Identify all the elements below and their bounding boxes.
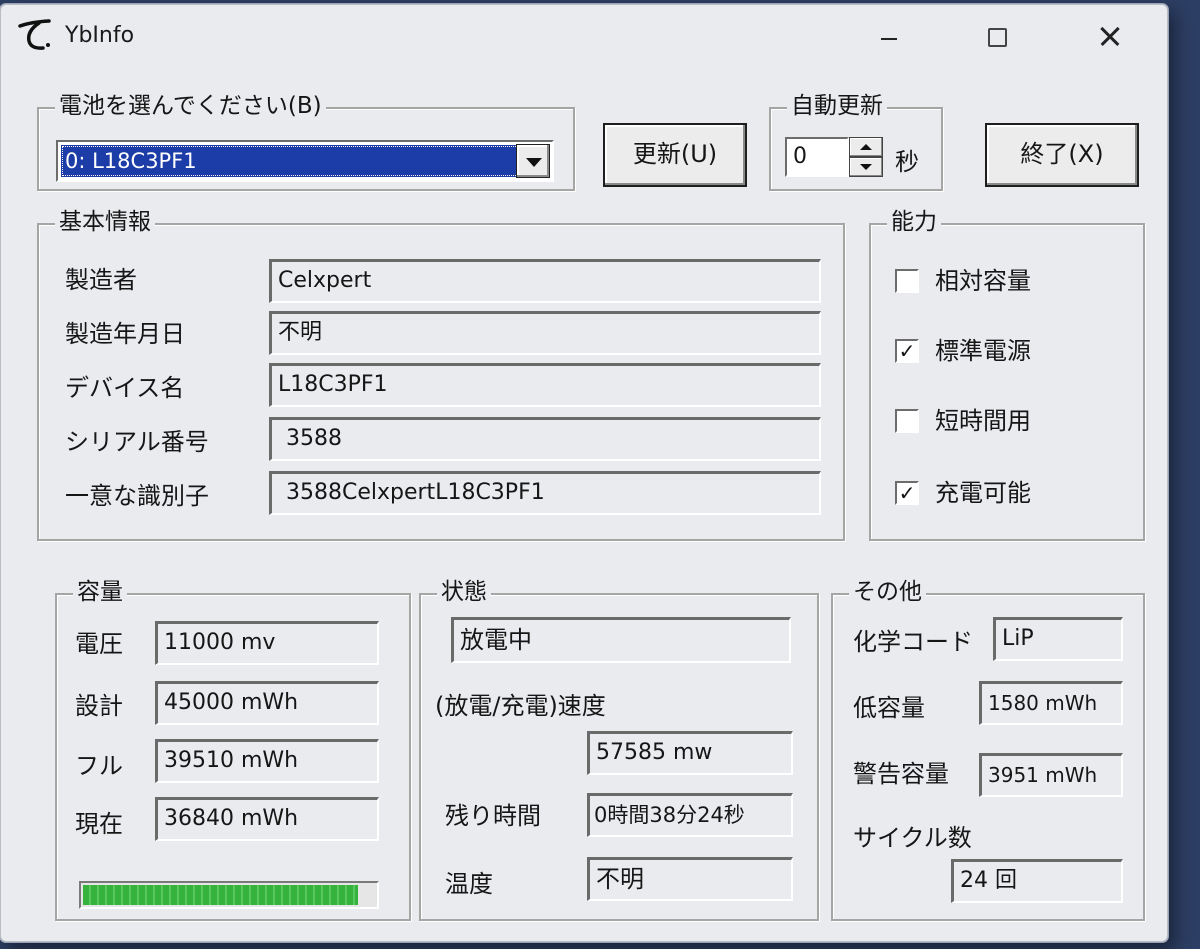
title-bar[interactable]: YbInfo <box>1 5 1167 65</box>
spin-down-icon[interactable] <box>849 157 883 177</box>
manufacturer-field: Celxpert <box>269 259 821 303</box>
other-legend: その他 <box>849 577 926 607</box>
warning-capacity-field: 3951 mWh <box>979 753 1123 797</box>
checkbox-empty-icon[interactable] <box>895 409 919 433</box>
low-capacity-label: 低容量 <box>853 694 925 722</box>
system-power-label: 標準電源 <box>935 337 1031 365</box>
status-group: 状態 放電中 (放電/充電)速度 57585 mw 残り時間 0時間38分24秒… <box>419 577 819 921</box>
minimize-button[interactable] <box>859 13 917 57</box>
warning-capacity-label: 警告容量 <box>853 760 949 788</box>
capacity-legend: 容量 <box>73 577 127 607</box>
window-title: YbInfo <box>65 23 135 48</box>
battery-dropdown[interactable]: 0: L18C3PF1 <box>56 140 554 182</box>
battery-select-legend: 電池を選んでください(B) <box>55 91 326 121</box>
auto-refresh-unit: 秒 <box>895 148 919 176</box>
rechargeable-label: 充電可能 <box>935 479 1031 507</box>
other-group: その他 化学コード LiP 低容量 1580 mWh 警告容量 3951 mWh… <box>831 577 1145 921</box>
device-name-field: L18C3PF1 <box>269 363 821 407</box>
spin-up-icon[interactable] <box>849 137 883 157</box>
checkbox-empty-icon[interactable] <box>895 269 919 293</box>
ybinfo-window: YbInfo 電池を選んでください(B) 0: L18C3PF1 更新(U) 自… <box>0 4 1168 942</box>
device-name-label: デバイス名 <box>65 374 185 402</box>
unique-id-field: 3588CelxpertL18C3PF1 <box>269 471 821 515</box>
manufacturer-label: 製造者 <box>65 266 137 294</box>
cycle-count-field: 24 回 <box>951 859 1123 903</box>
auto-refresh-legend: 自動更新 <box>787 91 887 121</box>
full-label: フル <box>75 752 123 780</box>
rate-label: (放電/充電)速度 <box>435 692 606 720</box>
rate-field: 57585 mw <box>587 731 793 775</box>
auto-refresh-group: 自動更新 0 秒 <box>769 91 943 191</box>
short-term-label: 短時間用 <box>935 407 1031 435</box>
charge-progress-bar <box>79 881 379 909</box>
checkmark-icon[interactable]: ✓ <box>895 481 919 505</box>
relative-capacity-label: 相対容量 <box>935 267 1031 295</box>
refresh-button[interactable]: 更新(U) <box>603 123 747 187</box>
design-capacity-field: 45000 mWh <box>155 681 379 725</box>
current-capacity-field: 36840 mWh <box>155 797 379 841</box>
temperature-label: 温度 <box>445 870 493 898</box>
chemistry-code-label: 化学コード <box>853 628 973 656</box>
exit-button[interactable]: 終了(X) <box>985 123 1139 187</box>
voltage-label: 電圧 <box>75 630 123 658</box>
chemistry-code-field: LiP <box>993 617 1123 661</box>
manufacture-date-field: 不明 <box>269 311 821 355</box>
basic-info-group: 基本情報 製造者 Celxpert 製造年月日 不明 デバイス名 L18C3PF… <box>37 207 845 541</box>
state-field: 放電中 <box>451 617 791 663</box>
capabilities-legend: 能力 <box>887 207 941 237</box>
remaining-time-field: 0時間38分24秒 <box>587 793 793 837</box>
capacity-group: 容量 電圧 11000 mv 設計 45000 mWh フル 39510 mWh… <box>55 577 411 921</box>
cycle-count-label: サイクル数 <box>853 824 972 852</box>
low-capacity-field: 1580 mWh <box>979 681 1123 725</box>
status-legend: 状態 <box>437 577 491 607</box>
basic-info-legend: 基本情報 <box>55 207 155 237</box>
voltage-field: 11000 mv <box>155 621 379 665</box>
design-label: 設計 <box>75 692 123 720</box>
chevron-down-icon[interactable] <box>516 144 550 178</box>
temperature-field: 不明 <box>587 857 793 901</box>
remaining-time-label: 残り時間 <box>445 802 541 830</box>
manufacture-date-label: 製造年月日 <box>65 320 185 348</box>
capabilities-group: 能力 相対容量 ✓ 標準電源 短時間用 ✓ 充電可能 <box>869 207 1145 541</box>
battery-select-group: 電池を選んでください(B) 0: L18C3PF1 <box>37 91 575 191</box>
auto-refresh-input[interactable]: 0 <box>785 137 849 177</box>
charge-progress-fill <box>83 885 359 905</box>
unique-id-label: 一意な識別子 <box>65 482 209 510</box>
current-label: 現在 <box>75 810 123 838</box>
battery-dropdown-value: 0: L18C3PF1 <box>61 145 519 177</box>
checkmark-icon[interactable]: ✓ <box>895 339 919 363</box>
close-button[interactable] <box>1079 13 1137 57</box>
maximize-button[interactable] <box>969 13 1027 57</box>
full-capacity-field: 39510 mWh <box>155 739 379 783</box>
serial-number-field: 3588 <box>269 417 821 461</box>
serial-number-label: シリアル番号 <box>65 428 209 456</box>
app-icon <box>18 19 51 50</box>
